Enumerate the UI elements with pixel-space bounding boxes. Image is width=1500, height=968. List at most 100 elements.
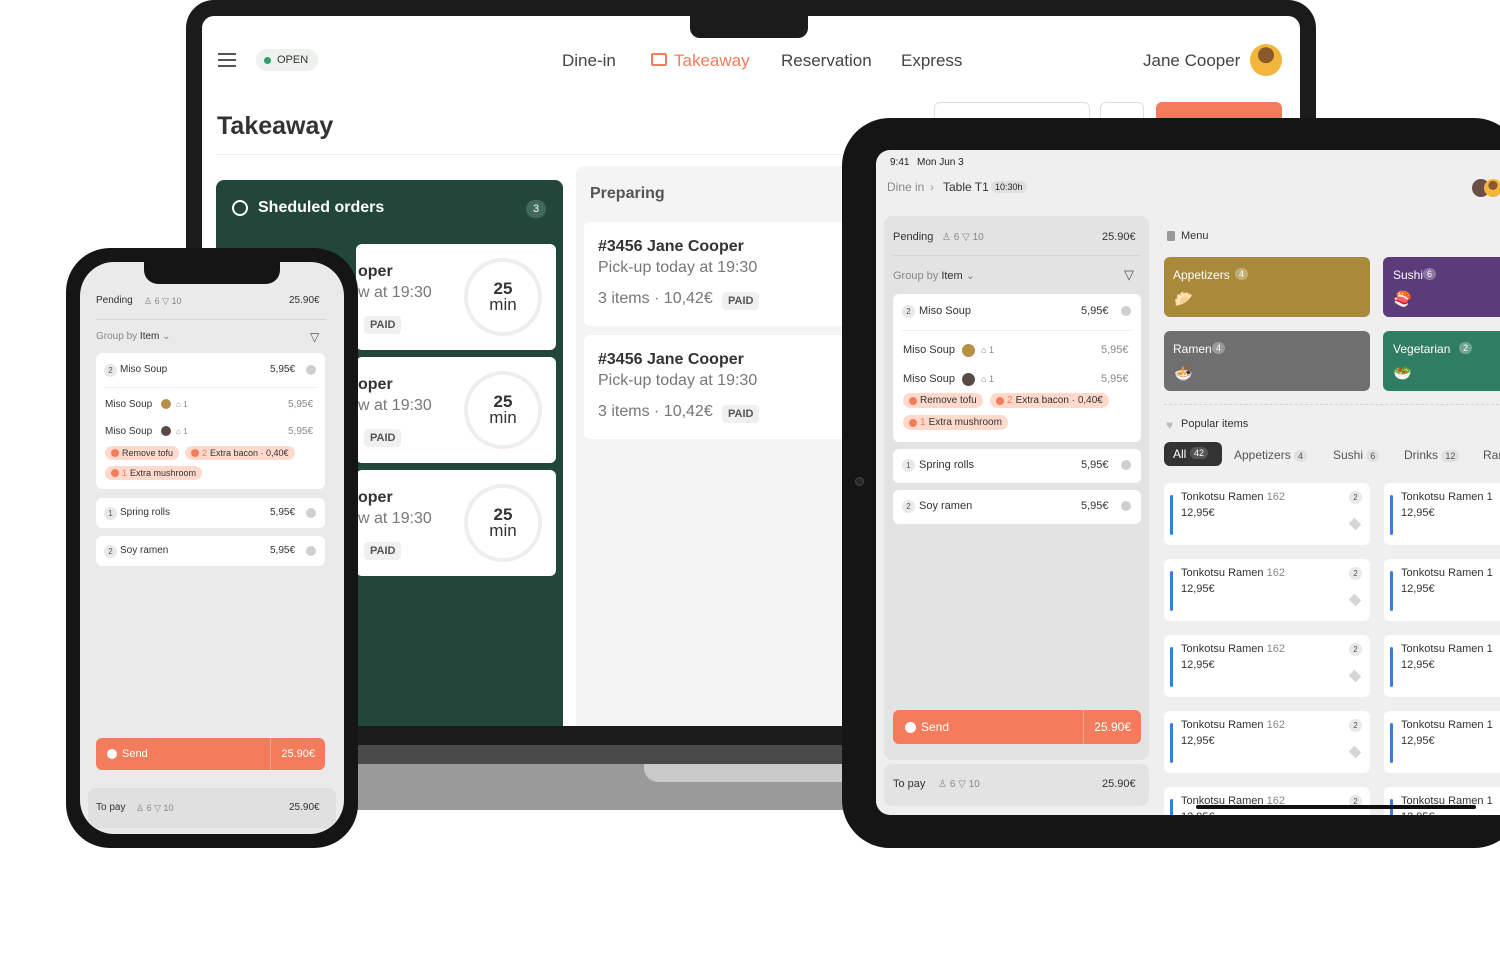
count-badge: 3: [526, 200, 546, 218]
phone-notch: [144, 262, 280, 284]
filter-ramen[interactable]: Rar: [1483, 448, 1500, 462]
seat-count: ⌂ 1: [176, 400, 188, 409]
item-price: 12,95€: [1181, 811, 1215, 815]
order-time: w at 19:30: [358, 284, 432, 301]
order-item-row[interactable]: 2 Soy ramen 5,95€: [96, 536, 325, 566]
avatar[interactable]: [1250, 44, 1282, 76]
order-card[interactable]: #3456 Jane Cooper Pick-up today at 19:30…: [584, 335, 846, 439]
laptop-notch: [690, 14, 808, 38]
menu-item-tile[interactable]: Tonkotsu Ramen 162212,95€: [1164, 711, 1370, 773]
person-icon: [161, 399, 171, 409]
guest-count: ♙ 6 ▽ 10: [144, 296, 182, 306]
remove-icon[interactable]: [1121, 306, 1131, 316]
menu-item-tile[interactable]: Tonkotsu Ramen 112,95€: [1384, 483, 1500, 545]
category-vegetarian[interactable]: Vegetarian 2 🥗: [1383, 331, 1500, 391]
send-button[interactable]: Send 25.90€: [893, 710, 1141, 744]
menu-item-tile[interactable]: Tonkotsu Ramen 162212,95€: [1164, 787, 1370, 815]
menu-item-tile[interactable]: Tonkotsu Ramen 162212,95€: [1164, 635, 1370, 697]
qty-badge: 2: [1349, 643, 1362, 656]
sub-item-price: 5,95€: [288, 426, 314, 437]
order-card[interactable]: #3456 Jane Cooper Pick-up today at 19:30…: [584, 222, 846, 326]
modifier-chip[interactable]: 2 Extra bacon · 0,40€: [990, 393, 1109, 408]
category-name: Sushi: [1393, 268, 1424, 282]
menu-item-tile[interactable]: Tonkotsu Ramen 112,95€: [1384, 711, 1500, 773]
menu-icon[interactable]: [218, 53, 236, 67]
pending-total: 25.90€: [289, 295, 320, 306]
send-button[interactable]: Send 25.90€: [96, 738, 325, 770]
menu-icon: [1167, 231, 1175, 241]
menu-item-tile[interactable]: Tonkotsu Ramen 112,95€: [1384, 635, 1500, 697]
remove-icon[interactable]: [306, 546, 316, 556]
category-appetizers[interactable]: Appetizers 4 🥟: [1164, 257, 1370, 317]
tab-express[interactable]: Express: [901, 51, 962, 71]
filter-icon[interactable]: ▽: [310, 330, 319, 344]
group-by[interactable]: Group by Item ⌄: [96, 331, 171, 342]
filter-sushi[interactable]: Sushi 6: [1333, 448, 1380, 462]
order-item-row[interactable]: 1 Spring rolls 5,95€: [96, 498, 325, 528]
menu-item-tile[interactable]: Tonkotsu Ramen 162212,95€: [1164, 483, 1370, 545]
order-card[interactable]: oper w at 19:30 PAID 25 min: [356, 470, 556, 576]
tablet-screen: 9:41 Mon Jun 3 Dine in › Table T1 10:30h…: [876, 150, 1500, 815]
remove-icon[interactable]: [1121, 460, 1131, 470]
category-ramen[interactable]: Ramen 4 🍜: [1164, 331, 1370, 391]
modifier-chip[interactable]: Remove tofu: [105, 446, 180, 460]
menu-item-tile[interactable]: Tonkotsu Ramen 112,95€: [1384, 559, 1500, 621]
order-card[interactable]: oper w at 19:30 PAID 25 min: [356, 244, 556, 350]
filter-appetizers[interactable]: Appetizers 4: [1234, 448, 1308, 462]
tab-reservation[interactable]: Reservation: [781, 51, 872, 71]
status-badge: OPEN: [256, 49, 319, 71]
item-name: Tonkotsu Ramen 162: [1181, 491, 1285, 503]
item-price: 5,95€: [1081, 500, 1109, 512]
accent-bar: [1170, 723, 1173, 763]
timer-ring: 25 min: [464, 258, 542, 336]
item-price: 12,95€: [1181, 735, 1215, 747]
qty-badge: 2: [902, 500, 915, 513]
sub-item-name: Miso Soup: [903, 373, 955, 385]
laptop-lip: [644, 764, 864, 782]
paid-badge: PAID: [364, 542, 402, 560]
divider: [1164, 404, 1500, 405]
category-name: Ramen: [1173, 342, 1212, 356]
home-indicator: [1196, 805, 1476, 809]
phone-screen: Pending ♙ 6 ▽ 10 25.90€ Group by Item ⌄ …: [80, 262, 344, 834]
remove-icon[interactable]: [306, 508, 316, 518]
order-group-card[interactable]: 2 Miso Soup 5,95€ Miso Soup ⌂ 1 5,95€ Mi…: [893, 294, 1141, 442]
order-item-row[interactable]: 1 Spring rolls 5,95€: [893, 449, 1141, 483]
item-price: 12,95€: [1181, 583, 1215, 595]
menu-item-tile[interactable]: Tonkotsu Ramen 112,95€: [1384, 787, 1500, 815]
modifier-chip[interactable]: Remove tofu: [903, 393, 983, 408]
takeaway-icon: [651, 53, 667, 66]
layers-icon: [1348, 517, 1362, 531]
modifier-chip[interactable]: 1 Extra mushroom: [105, 466, 203, 480]
tab-takeaway[interactable]: Takeaway: [674, 51, 750, 71]
breadcrumb-table[interactable]: Table T1: [943, 180, 989, 194]
send-total: 25.90€: [270, 738, 325, 770]
category-sushi[interactable]: Sushi 6 🍣: [1383, 257, 1500, 317]
modifier-chip[interactable]: 1 Extra mushroom: [903, 415, 1008, 430]
sub-item-name: Miso Soup: [105, 399, 153, 410]
status-date: Mon Jun 3: [917, 157, 964, 168]
accent-bar: [1390, 571, 1393, 611]
remove-icon[interactable]: [306, 365, 316, 375]
sushi-icon: 🍣: [1393, 291, 1412, 308]
order-item-row[interactable]: 2 Soy ramen 5,95€: [893, 490, 1141, 524]
paid-badge: PAID: [722, 405, 760, 423]
order-group-card[interactable]: 2 Miso Soup 5,95€ Miso Soup ⌂ 1 5,95€ Mi…: [96, 353, 325, 489]
order-card[interactable]: oper w at 19:30 PAID 25 min: [356, 357, 556, 463]
menu-item-tile[interactable]: Tonkotsu Ramen 162212,95€: [1164, 559, 1370, 621]
filter-drinks[interactable]: Drinks 12: [1404, 448, 1460, 462]
remove-icon[interactable]: [1121, 501, 1131, 511]
item-name: Tonkotsu Ramen 162: [1181, 643, 1285, 655]
accent-bar: [1390, 647, 1393, 687]
filter-icon[interactable]: ▽: [1124, 267, 1134, 283]
group-by[interactable]: Group by Item ⌄: [893, 269, 975, 282]
filter-all[interactable]: All 42: [1164, 442, 1222, 466]
tab-dine-in[interactable]: Dine-in: [562, 51, 616, 71]
item-name: Tonkotsu Ramen 1: [1401, 643, 1493, 655]
category-count: 4: [1212, 342, 1226, 354]
paid-badge: PAID: [722, 292, 760, 310]
breadcrumb-root[interactable]: Dine in: [887, 180, 924, 194]
timer-ring: 25 min: [464, 371, 542, 449]
modifier-chip[interactable]: 2 Extra bacon · 0,40€: [185, 446, 295, 460]
sub-item-price: 5,95€: [1101, 373, 1129, 385]
